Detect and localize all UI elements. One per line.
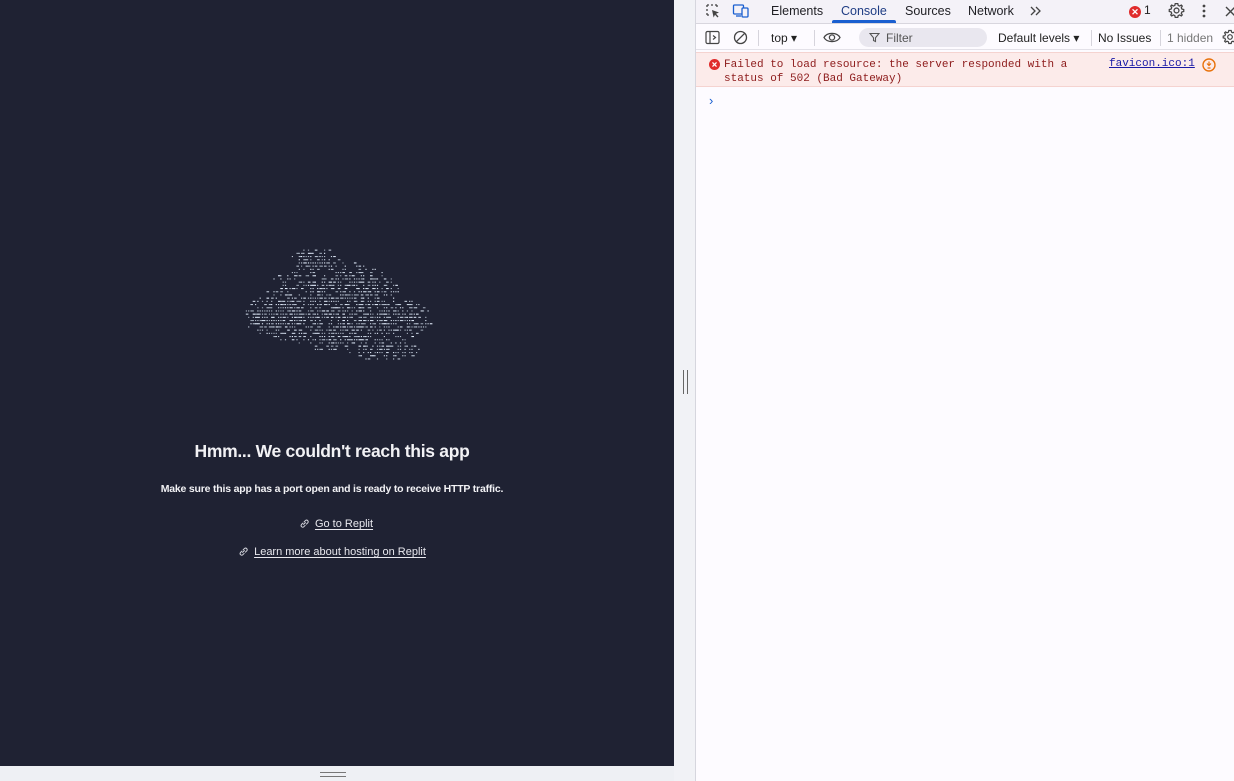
error-circle-icon [709,59,720,70]
tab-network[interactable]: Network [968,4,1014,18]
toolbar-divider [1160,30,1161,46]
close-devtools-icon[interactable] [1224,4,1234,18]
devtools-tab-bar: Elements Console Sources Network ✕ 1 [696,0,1234,24]
filter-input[interactable] [886,30,982,45]
device-toolbar-icon[interactable] [732,3,750,19]
link-icon [300,519,309,528]
horizontal-resize-grip[interactable] [683,370,688,394]
tab-console[interactable]: Console [841,4,887,18]
toolbar-divider [1091,30,1092,46]
filter-funnel-icon [869,32,880,43]
log-levels-dropdown[interactable]: Default levels ▾ [998,31,1079,45]
vertical-resize-grip[interactable] [320,772,346,777]
log-levels-value: Default levels [998,31,1071,45]
error-count-value: 1 [1144,3,1151,17]
go-to-replit-link[interactable]: Go to Replit [4,518,668,530]
hidden-messages-count: 1 hidden [1167,31,1214,45]
link-icon [239,547,248,556]
error-subtitle: Make sure this app has a port open and i… [160,483,504,495]
more-tabs-chevron-icon[interactable] [1029,5,1043,17]
context-selector[interactable]: top ▾ [771,31,797,45]
toolbar-divider [758,30,759,46]
error-source-link[interactable]: favicon.ico:1 [1109,58,1195,70]
learn-more-hosting-label[interactable]: Learn more about hosting on Replit [254,546,426,558]
error-circle-icon: ✕ [1129,6,1141,18]
clear-console-icon[interactable] [733,30,748,45]
console-toolbar: top ▾ Default levels ▾ No Issues 1 hidde… [696,25,1234,50]
tab-elements[interactable]: Elements [771,4,823,18]
sidebar-toggle-icon[interactable] [705,30,720,45]
tab-sources[interactable]: Sources [905,4,951,18]
ai-assist-lightbulb-icon[interactable] [1202,58,1216,72]
learn-more-hosting-link[interactable]: Learn more about hosting on Replit [0,546,664,558]
console-prompt-chevron-icon[interactable]: › [709,93,713,108]
error-message-text: Failed to load resource: the server resp… [724,59,1068,85]
devtools-panel: Elements Console Sources Network ✕ 1 top … [695,0,1234,781]
settings-gear-icon[interactable] [1168,2,1185,19]
error-title: Hmm... We couldn't reach this app [194,441,470,461]
ascii-cloud-illustration [245,249,433,360]
error-count-badge[interactable]: ✕ 1 [1129,3,1151,18]
issues-button[interactable]: No Issues [1098,31,1151,45]
context-selector-value: top [771,31,788,45]
filter-field[interactable] [859,28,987,47]
console-error-message[interactable]: Failed to load resource: the server resp… [696,52,1234,87]
console-settings-gear-icon[interactable] [1222,29,1234,45]
more-options-kebab-icon[interactable] [1201,3,1207,19]
app-viewport: Hmm... We couldn't reach this app Make s… [0,0,674,766]
toolbar-divider [814,30,815,46]
inspect-element-icon[interactable] [705,3,721,19]
go-to-replit-label[interactable]: Go to Replit [315,518,373,530]
live-expression-eye-icon[interactable] [823,31,841,44]
active-tab-indicator [832,20,896,23]
